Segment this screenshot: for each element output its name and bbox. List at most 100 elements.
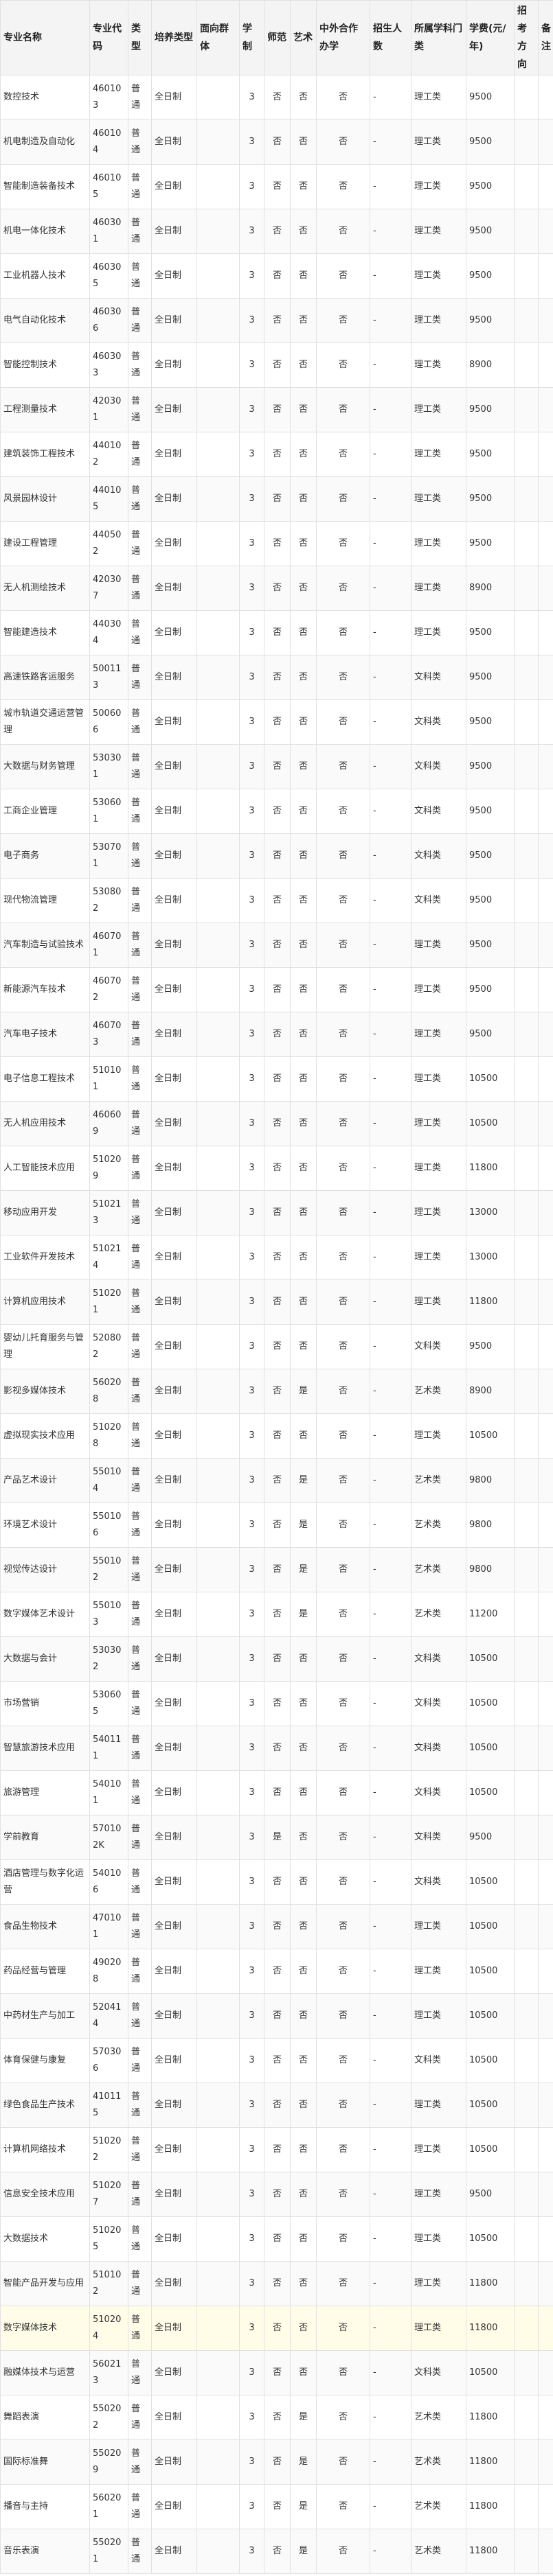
table-row: 电子商务 530701 普通 全日制 3 否否否 - 文科类 9500	[0, 833, 553, 879]
cell-sino-foreign: 否	[316, 1413, 370, 1459]
cell-major-name: 工程测量技术	[0, 387, 90, 432]
cell-direction	[514, 1993, 539, 2039]
cell-major-code: 460103	[89, 75, 128, 120]
cell-training-type: 全日制	[151, 610, 197, 655]
cell-major-code: 520802	[89, 1324, 128, 1369]
cell-major-name: 食品生物技术	[0, 1904, 90, 1949]
cell-discipline: 艺术类	[411, 2484, 466, 2529]
cell-target-group	[196, 566, 240, 611]
cell-discipline: 理工类	[411, 119, 466, 165]
cell-target-group	[196, 1904, 240, 1949]
cell-direction	[514, 2216, 539, 2262]
cell-art: 否	[290, 1949, 317, 1994]
cell-training-type: 全日制	[151, 253, 197, 299]
cell-type: 普通	[128, 1279, 152, 1325]
cell-major-code: 460305	[89, 253, 128, 299]
cell-duration: 3	[239, 1770, 264, 1815]
cell-target-group	[196, 1369, 240, 1414]
cell-training-type: 全日制	[151, 1815, 197, 1860]
cell-sino-foreign: 否	[316, 699, 370, 745]
cell-duration: 3	[239, 1993, 264, 2039]
cell-major-name: 新能源汽车技术	[0, 967, 90, 1012]
cell-sino-foreign: 否	[316, 1859, 370, 1905]
cell-type: 普通	[128, 699, 152, 745]
cell-target-group	[196, 1949, 240, 1994]
cell-art: 否	[290, 2038, 317, 2083]
cell-major-name: 酒店管理与数字化运营	[0, 1859, 90, 1905]
cell-sino-foreign: 否	[316, 2216, 370, 2262]
cell-type: 普通	[128, 2127, 152, 2172]
cell-major-name: 信息安全技术应用	[0, 2172, 90, 2217]
cell-type: 普通	[128, 2038, 152, 2083]
cell-discipline: 理工类	[411, 2082, 466, 2128]
cell-enrollment: -	[370, 298, 411, 343]
cell-normal: 否	[264, 1235, 291, 1280]
table-row: 视觉传达设计 550102 普通 全日制 3 否是否 - 艺术类 9800	[0, 1547, 553, 1592]
cell-training-type: 全日制	[151, 1993, 197, 2039]
cell-target-group	[196, 2439, 240, 2485]
cell-remark	[538, 1904, 553, 1949]
cell-direction	[514, 1369, 539, 1414]
cell-duration: 3	[239, 878, 264, 923]
cell-training-type: 全日制	[151, 1681, 197, 1726]
cell-tuition: 10500	[466, 2038, 515, 2083]
cell-discipline: 文科类	[411, 1815, 466, 1860]
cell-training-type: 全日制	[151, 967, 197, 1012]
table-row: 工程测量技术 420301 普通 全日制 3 否否否 - 理工类 9500	[0, 387, 553, 432]
cell-major-name: 人工智能技术应用	[0, 1146, 90, 1191]
cell-tuition: 10500	[466, 1056, 515, 1102]
cell-duration: 3	[239, 521, 264, 566]
cell-training-type: 全日制	[151, 1458, 197, 1503]
cell-direction	[514, 253, 539, 299]
cell-enrollment: -	[370, 1815, 411, 1860]
cell-discipline: 理工类	[411, 967, 466, 1012]
table-row: 产品艺术设计 550104 普通 全日制 3 否是否 - 艺术类 9800	[0, 1458, 553, 1503]
cell-target-group	[196, 343, 240, 388]
cell-type: 普通	[128, 1413, 152, 1459]
cell-remark	[538, 2038, 553, 2083]
cell-sino-foreign: 否	[316, 1502, 370, 1548]
cell-normal: 否	[264, 610, 291, 655]
cell-type: 普通	[128, 75, 152, 120]
cell-training-type: 全日制	[151, 1012, 197, 1057]
cell-enrollment: -	[370, 2395, 411, 2440]
cell-sino-foreign: 否	[316, 432, 370, 477]
cell-major-code: 460703	[89, 1012, 128, 1057]
cell-duration: 3	[239, 1592, 264, 1637]
cell-remark	[538, 1681, 553, 1726]
cell-normal: 否	[264, 1547, 291, 1592]
table-row: 音乐表演 550201 普通 全日制 3 否是否 - 艺术类 11800	[0, 2529, 553, 2574]
cell-discipline: 理工类	[411, 1101, 466, 1146]
cell-tuition: 13000	[466, 1190, 515, 1235]
cell-art: 否	[290, 2127, 317, 2172]
cell-major-name: 虚拟现实技术应用	[0, 1413, 90, 1459]
cell-duration: 3	[239, 2127, 264, 2172]
cell-tuition: 8900	[466, 1369, 515, 1414]
cell-normal: 否	[264, 75, 291, 120]
cell-normal: 否	[264, 209, 291, 254]
cell-type: 普通	[128, 1190, 152, 1235]
cell-remark	[538, 2127, 553, 2172]
cell-training-type: 全日制	[151, 923, 197, 968]
cell-sino-foreign: 否	[316, 967, 370, 1012]
cell-type: 普通	[128, 387, 152, 432]
cell-discipline: 理工类	[411, 1413, 466, 1459]
cell-major-code: 410115	[89, 2082, 128, 2128]
cell-tuition: 9500	[466, 744, 515, 789]
cell-art: 否	[290, 833, 317, 879]
table-row: 智慧旅游技术应用 540111 普通 全日制 3 否否否 - 文科类 10500	[0, 1726, 553, 1771]
table-row: 信息安全技术应用 510207 普通 全日制 3 否否否 - 理工类 9500	[0, 2172, 553, 2217]
cell-remark	[538, 2261, 553, 2306]
cell-normal: 否	[264, 164, 291, 209]
cell-target-group	[196, 878, 240, 923]
cell-type: 普通	[128, 1949, 152, 1994]
cell-remark	[538, 967, 553, 1012]
cell-training-type: 全日制	[151, 164, 197, 209]
table-row: 播音与主持 560201 普通 全日制 3 否是否 - 艺术类 11800	[0, 2484, 553, 2529]
cell-target-group	[196, 789, 240, 834]
cell-tuition: 9500	[466, 610, 515, 655]
cell-duration: 3	[239, 209, 264, 254]
cell-normal: 否	[264, 2484, 291, 2529]
cell-enrollment: -	[370, 1012, 411, 1057]
cell-training-type: 全日制	[151, 2261, 197, 2306]
